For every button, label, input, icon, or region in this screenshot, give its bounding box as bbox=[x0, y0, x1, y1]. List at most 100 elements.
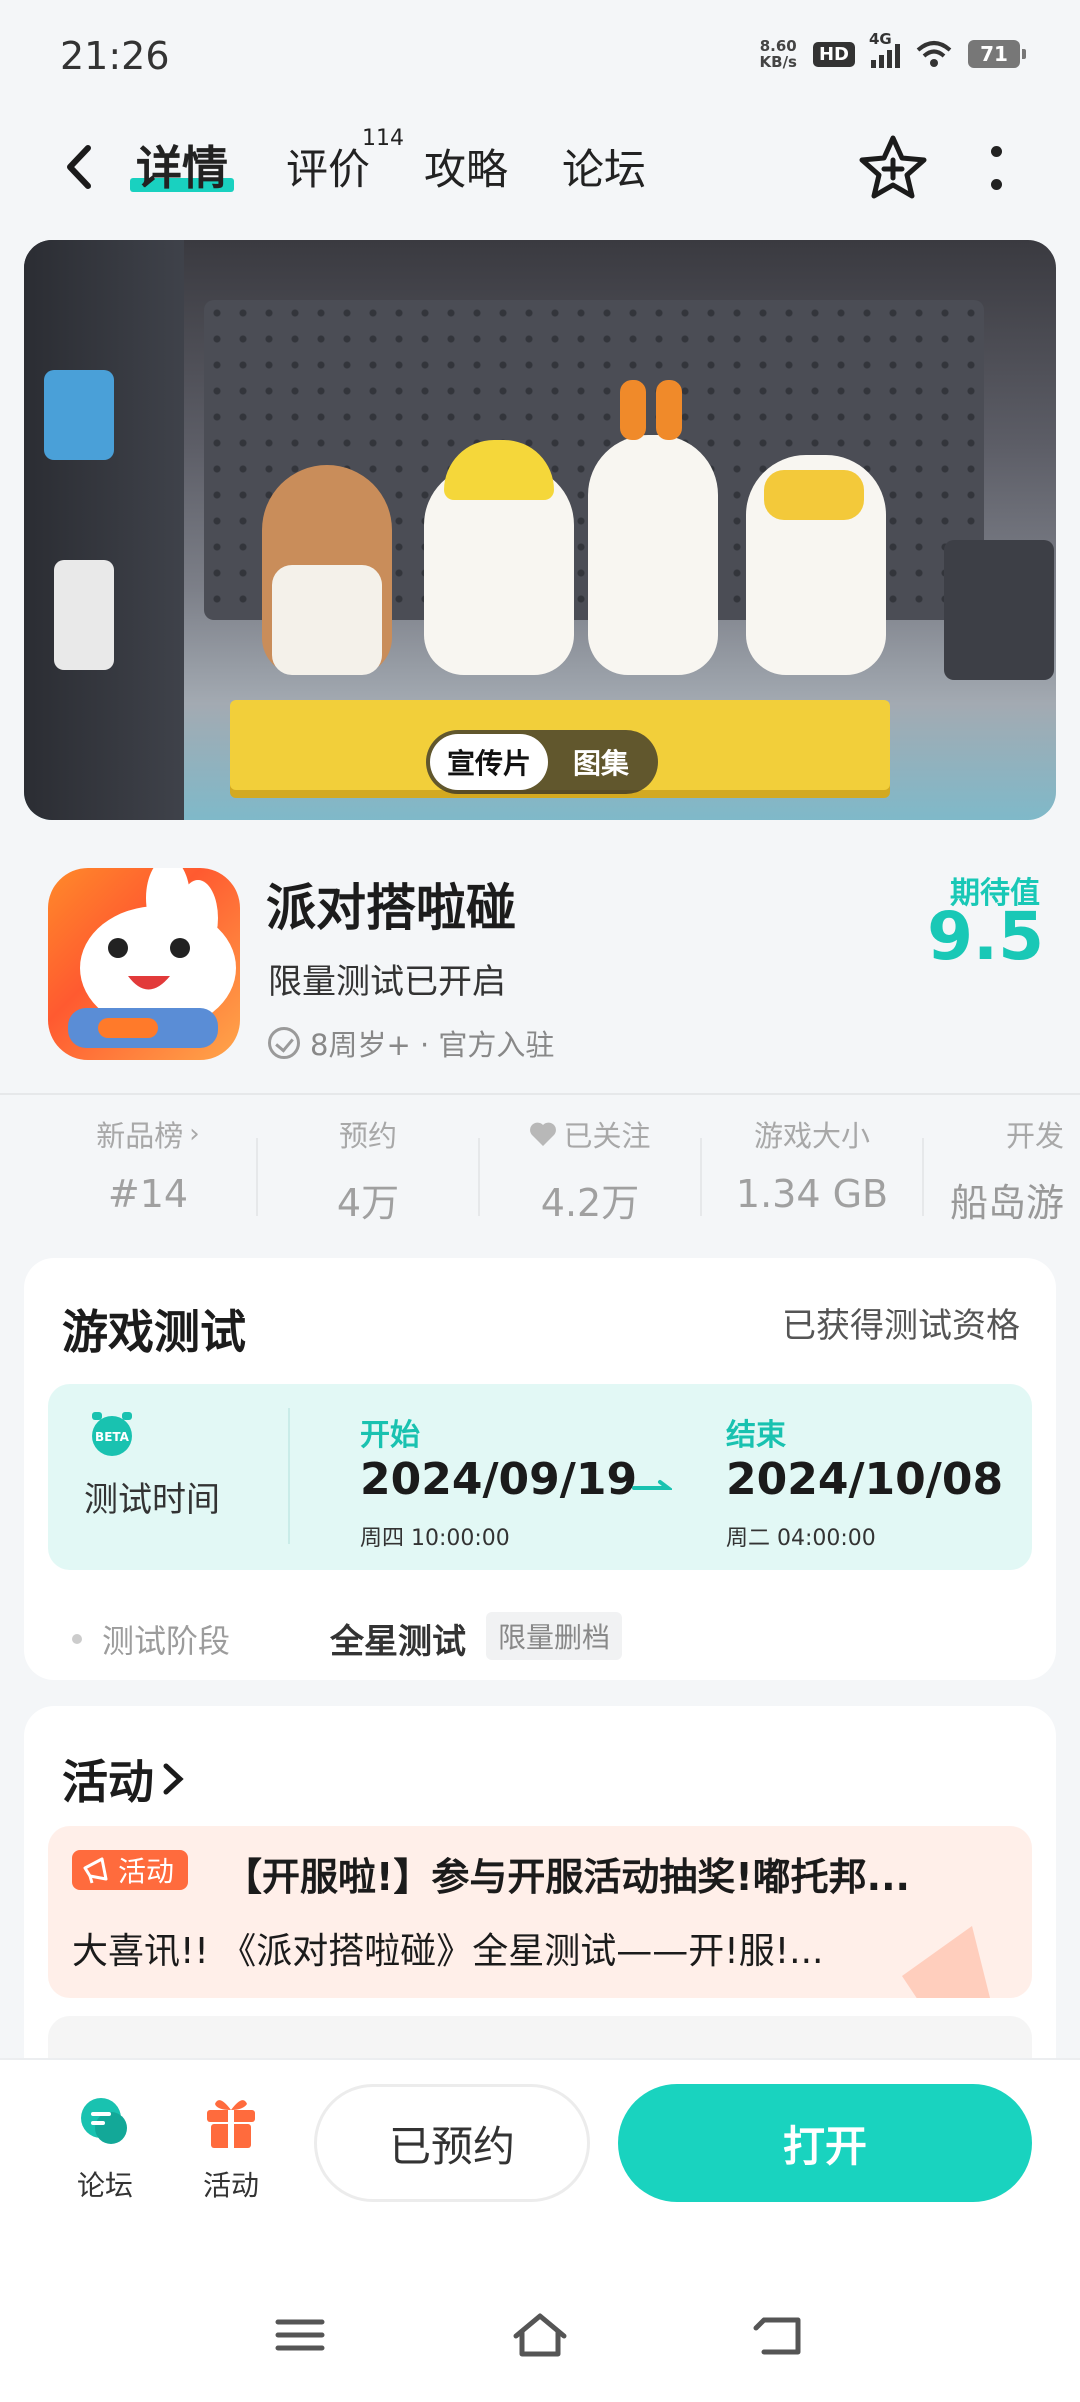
stats-row: 新品榜 › #14 预约 4万 已关注 4.2万 游戏大小 1.34 GB 开发 … bbox=[0, 1114, 1080, 1234]
bunny-mascot-icon bbox=[68, 868, 236, 1048]
stat-followers-label: 已关注 bbox=[563, 1119, 651, 1153]
game-subtitle: 限量测试已开启 bbox=[268, 962, 506, 1002]
top-nav: 详情 评价 114 攻略 论坛 bbox=[0, 120, 1080, 220]
expectation-score: 9.5 bbox=[927, 898, 1044, 975]
tab-guides[interactable]: 攻略 bbox=[424, 136, 508, 197]
more-options-icon[interactable] bbox=[984, 146, 1008, 190]
bunny-figure bbox=[588, 435, 718, 675]
activity-shortcut-label: 活动 bbox=[202, 2169, 259, 2202]
promo-banner[interactable]: 宣传片 图集 bbox=[24, 240, 1056, 820]
favorite-star-icon[interactable] bbox=[858, 134, 928, 200]
banner-cup bbox=[944, 540, 1054, 680]
stat-ranking-value: #14 bbox=[107, 1172, 189, 1216]
open-game-button[interactable]: 打开 bbox=[618, 2084, 1032, 2202]
banner-shelf bbox=[24, 240, 184, 820]
status-bar: 21:26 8.60 KB/s HD 4G 71 bbox=[0, 0, 1080, 110]
divider bbox=[0, 1093, 1080, 1095]
game-test-card: 游戏测试 已获得测试资格 BETA 测试时间 开始 2024/09/19 周四 … bbox=[24, 1258, 1056, 1680]
stat-reservations-label: 预约 bbox=[338, 1119, 397, 1153]
tab-reviews[interactable]: 评价 bbox=[286, 136, 370, 197]
test-start-label: 开始 bbox=[360, 1418, 420, 1453]
banner-jar bbox=[54, 560, 114, 670]
beta-label: BETA bbox=[95, 1430, 130, 1444]
tab-guides-label: 攻略 bbox=[424, 145, 509, 194]
status-time: 21:26 bbox=[60, 34, 170, 78]
bunny-carrot bbox=[656, 380, 682, 440]
tab-details[interactable]: 详情 bbox=[130, 132, 234, 198]
segment-gallery[interactable]: 图集 bbox=[548, 742, 654, 782]
activity-item-title: 【开服啦!】参与开服活动抽奖!嘟托邦... bbox=[224, 1855, 910, 1899]
stat-ranking-label: 新品榜 bbox=[96, 1119, 184, 1153]
test-time-box: BETA 测试时间 开始 2024/09/19 周四 10:00:00 结束 2… bbox=[48, 1384, 1032, 1570]
stat-developer-value: 船岛游 bbox=[950, 1181, 1065, 1225]
game-app-icon bbox=[48, 868, 240, 1060]
battery-icon: 71 bbox=[968, 40, 1026, 68]
signal-icon: 4G bbox=[869, 30, 900, 68]
heart-icon bbox=[530, 1122, 557, 1146]
test-start-day: 周四 10:00:00 bbox=[360, 1526, 510, 1551]
back-nav-icon[interactable] bbox=[750, 2310, 810, 2360]
network-speed-value: 8.60 bbox=[759, 37, 797, 55]
test-phase-label: 测试阶段 bbox=[102, 1622, 231, 1660]
segment-video[interactable]: 宣传片 bbox=[430, 734, 548, 790]
stat-divider bbox=[922, 1138, 924, 1216]
forum-shortcut[interactable]: 论坛 bbox=[50, 2092, 160, 2204]
tab-reviews-label: 评价 bbox=[286, 145, 371, 194]
forum-shortcut-label: 论坛 bbox=[76, 2169, 133, 2202]
banner-jar bbox=[44, 370, 114, 460]
test-box-divider bbox=[288, 1408, 290, 1544]
review-count-badge: 114 bbox=[362, 126, 404, 151]
wifi-icon bbox=[916, 41, 952, 67]
bottom-action-bar: 论坛 活动 已预约 打开 bbox=[0, 2058, 1080, 2402]
verified-check-icon bbox=[268, 1027, 300, 1059]
back-arrow-icon[interactable] bbox=[58, 142, 98, 192]
capybara-robe bbox=[272, 565, 382, 675]
test-phase-value: 全星测试 bbox=[330, 1622, 466, 1662]
stat-followers[interactable]: 已关注 4.2万 bbox=[480, 1114, 700, 1227]
activity-title: 活动 bbox=[62, 1755, 154, 1809]
game-title: 派对搭啦碰 bbox=[266, 879, 516, 937]
reserved-button[interactable]: 已预约 bbox=[314, 2084, 590, 2202]
forum-chat-icon bbox=[81, 2098, 127, 2144]
hd-icon: HD bbox=[812, 41, 855, 67]
duck-beak bbox=[764, 470, 864, 520]
stat-followers-value: 4.2万 bbox=[540, 1181, 640, 1225]
network-speed: 8.60 KB/s bbox=[760, 38, 797, 70]
arrow-right-icon bbox=[632, 1480, 672, 1490]
gift-icon bbox=[207, 2100, 255, 2148]
game-tags: 8周岁+ · 官方入驻 bbox=[268, 1022, 554, 1064]
test-phase-tag: 限量删档 bbox=[486, 1612, 623, 1660]
test-end-label: 结束 bbox=[726, 1418, 786, 1453]
activity-badge: 活动 bbox=[72, 1850, 189, 1890]
test-start-date: 2024/09/19 bbox=[360, 1454, 638, 1505]
megaphone-icon bbox=[83, 1857, 108, 1884]
stat-developer[interactable]: 开发 船岛游 bbox=[950, 1114, 1080, 1227]
test-end-day: 周二 04:00:00 bbox=[726, 1526, 876, 1551]
banner-segment-control: 宣传片 图集 bbox=[426, 730, 658, 794]
stat-reservations: 预约 4万 bbox=[258, 1114, 478, 1227]
stat-size-label: 游戏大小 bbox=[753, 1119, 870, 1153]
chevron-right-icon bbox=[163, 1763, 184, 1795]
tab-details-label: 详情 bbox=[136, 141, 228, 195]
activity-card: 活动 活动 【开服啦!】参与开服活动抽奖!嘟托邦... 大喜讯!! 《派对搭啦碰… bbox=[24, 1706, 1056, 2106]
status-icons: 8.60 KB/s HD 4G 71 bbox=[760, 30, 1026, 70]
bullet-dot bbox=[72, 1634, 82, 1644]
tab-forum-label: 论坛 bbox=[562, 145, 647, 194]
bunny-carrot bbox=[620, 380, 646, 440]
activity-badge-label: 活动 bbox=[118, 1855, 175, 1888]
activity-shortcut[interactable]: 活动 bbox=[176, 2092, 286, 2204]
stat-developer-label: 开发 bbox=[1006, 1119, 1065, 1153]
activity-header[interactable]: 活动 bbox=[62, 1746, 184, 1812]
stat-ranking[interactable]: 新品榜 › #14 bbox=[38, 1114, 258, 1216]
menu-nav-icon[interactable] bbox=[270, 2310, 330, 2360]
stat-size-value: 1.34 GB bbox=[735, 1172, 889, 1216]
home-nav-icon[interactable] bbox=[510, 2310, 570, 2360]
tab-forum[interactable]: 论坛 bbox=[562, 136, 646, 197]
activity-item-desc: 大喜讯!! 《派对搭啦碰》全星测试——开!服!... bbox=[72, 1931, 824, 1972]
beta-alarm-icon: BETA bbox=[92, 1412, 132, 1456]
network-speed-unit: KB/s bbox=[759, 53, 797, 71]
game-tags-text: 8周岁+ · 官方入驻 bbox=[310, 1028, 555, 1062]
chevron-right-icon: › bbox=[189, 1119, 200, 1149]
activity-item[interactable]: 活动 【开服啦!】参与开服活动抽奖!嘟托邦... 大喜讯!! 《派对搭啦碰》全星… bbox=[48, 1826, 1032, 1998]
stat-size: 游戏大小 1.34 GB bbox=[702, 1114, 922, 1216]
